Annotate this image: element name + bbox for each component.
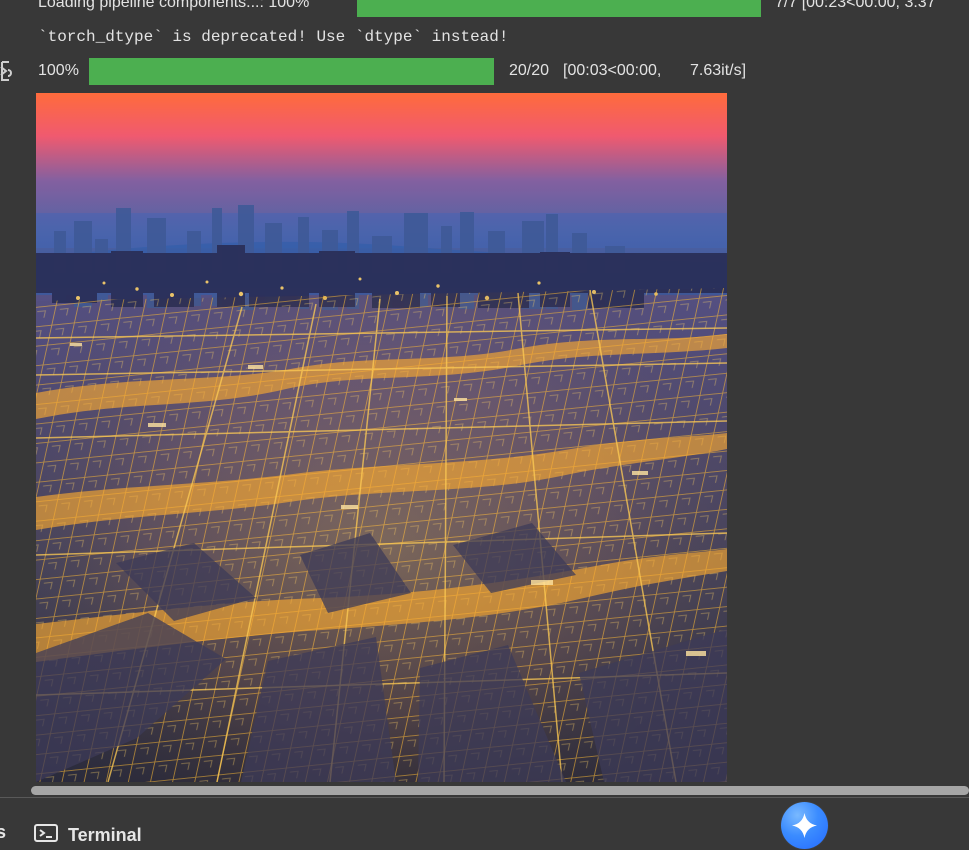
terminal-button[interactable]: Terminal: [34, 821, 142, 849]
generation-progress-fill: [89, 58, 494, 85]
terminal-icon: [34, 823, 58, 848]
terminal-label: Terminal: [68, 824, 142, 845]
horizontal-scrollbar[interactable]: [0, 782, 969, 797]
generated-city-image: [36, 93, 727, 782]
deprecation-warning: `torch_dtype` is deprecated! Use `dtype`…: [38, 28, 509, 46]
bottom-status-bar: s Terminal: [0, 797, 969, 850]
bottom-left-truncated-label: s: [0, 825, 10, 843]
gemini-button[interactable]: [781, 802, 828, 849]
pipeline-loading-progress-fill: [357, 0, 761, 17]
output-icon[interactable]: [0, 58, 16, 84]
generation-progress-bar: [89, 58, 494, 85]
colab-output-page: Loading pipeline components...: 100% 7/7…: [0, 0, 969, 850]
generation-progress-line: 100% 20/20 [00:03<00:00, 7.63it/s]: [38, 59, 746, 83]
pipeline-loading-label: Loading pipeline components...: 100%: [38, 0, 310, 11]
pipeline-loading-progress-bar: [357, 0, 761, 17]
bottom-left-text: s: [0, 825, 7, 842]
horizontal-scroll-thumb[interactable]: [31, 786, 969, 795]
pipeline-loading-line: Loading pipeline components...: 100% 7/7…: [38, 0, 936, 15]
generation-percent: 100%: [38, 62, 79, 79]
pipeline-loading-stats: 7/7 [00:23<00:00, 3.37: [775, 0, 936, 11]
generation-rate: 7.63it/s]: [690, 62, 747, 79]
generated-city-image-svg: [36, 93, 727, 782]
generation-count: 20/20: [509, 62, 550, 79]
generation-timing: [00:03<00:00,: [563, 62, 662, 79]
